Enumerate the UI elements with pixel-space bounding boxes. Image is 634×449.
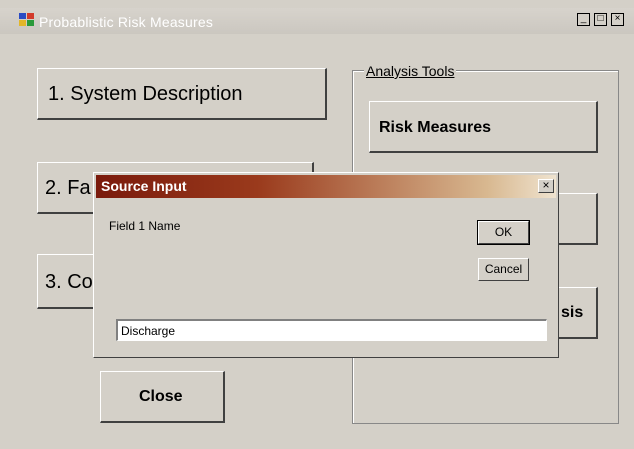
system-description-button[interactable]: 1. System Description — [37, 68, 327, 120]
analysis-tool-button-3-label: sis — [561, 304, 584, 321]
fa-button-label: 2. Fa — [45, 177, 91, 199]
close-window-button[interactable]: × — [611, 13, 624, 26]
analysis-tools-label: Analysis Tools — [364, 63, 457, 79]
system-description-label: 1. System Description — [48, 83, 243, 105]
risk-measures-button[interactable]: Risk Measures — [369, 101, 598, 153]
dialog-prompt: Field 1 Name — [109, 219, 181, 233]
dialog-title-bar[interactable]: Source Input × — [96, 175, 556, 198]
source-input-dialog: Source Input × Field 1 Name OK Cancel — [93, 172, 559, 358]
risk-measures-label: Risk Measures — [379, 119, 492, 136]
close-button-label: Close — [139, 388, 183, 405]
main-window: Probablistic Risk Measures _ □ × 1. Syst… — [0, 0, 634, 449]
minimize-button[interactable]: _ — [577, 13, 590, 26]
window-title: Probablistic Risk Measures — [39, 14, 214, 30]
ok-button[interactable]: OK — [477, 220, 530, 245]
source-input-field[interactable] — [116, 319, 547, 341]
dialog-title: Source Input — [101, 178, 187, 194]
cancel-button[interactable]: Cancel — [478, 258, 529, 281]
close-button[interactable]: Close — [100, 371, 225, 423]
dialog-close-icon[interactable]: × — [538, 179, 554, 193]
app-icon — [19, 13, 35, 27]
maximize-button[interactable]: □ — [594, 13, 607, 26]
co-button-label: 3. Co — [45, 271, 93, 293]
